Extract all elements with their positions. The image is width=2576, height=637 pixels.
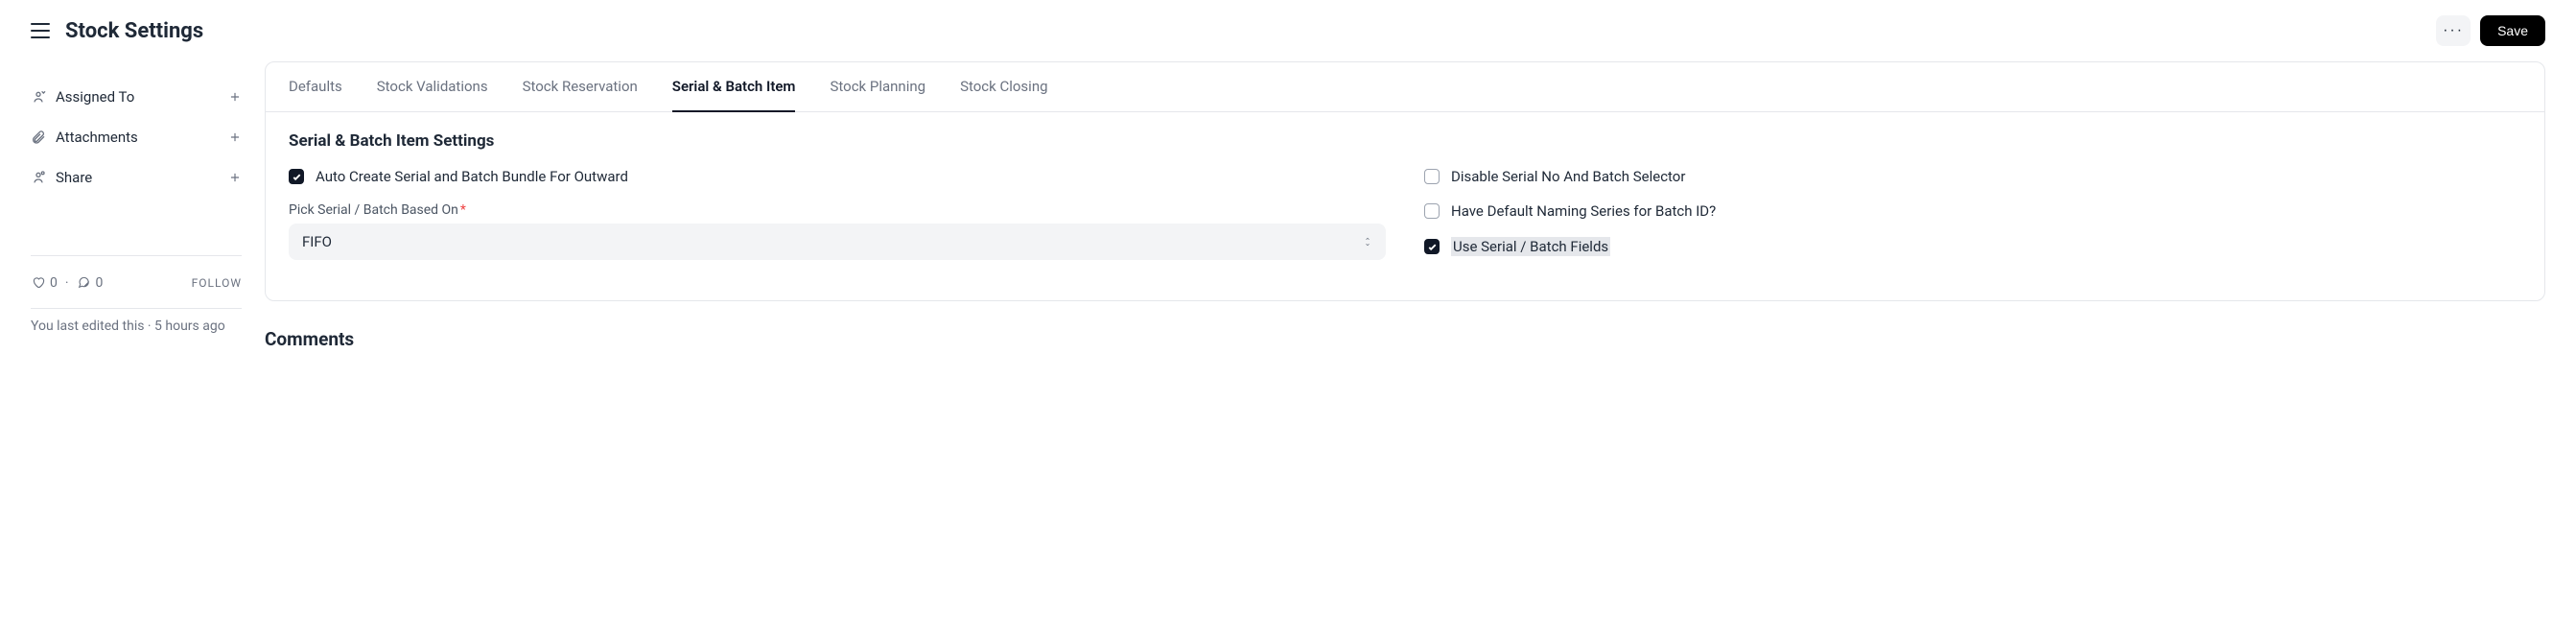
header-right: ··· Save	[2436, 15, 2545, 46]
page-header: Stock Settings ··· Save	[0, 0, 2576, 61]
share-icon	[31, 170, 46, 185]
main-content: Defaults Stock Validations Stock Reserva…	[265, 61, 2545, 350]
right-column: Disable Serial No And Batch Selector Hav…	[1424, 168, 2521, 273]
comments-stat[interactable]: 0	[77, 275, 104, 291]
checkbox-label: Auto Create Serial and Batch Bundle For …	[316, 168, 628, 185]
sidebar-item-label: Share	[56, 169, 92, 186]
follow-link[interactable]: FOLLOW	[192, 276, 242, 290]
sidebar-item-label: Attachments	[56, 129, 138, 146]
stat-dot: ·	[65, 275, 69, 291]
comments-count: 0	[96, 275, 104, 291]
header-left: Stock Settings	[31, 19, 203, 43]
checkbox-input[interactable]	[289, 169, 304, 184]
tab-stock-reservation[interactable]: Stock Reservation	[523, 62, 638, 112]
tab-serial-batch-item[interactable]: Serial & Batch Item	[672, 62, 796, 112]
tab-stock-planning[interactable]: Stock Planning	[830, 62, 925, 112]
divider	[31, 255, 242, 256]
checkbox-input[interactable]	[1424, 239, 1440, 254]
required-indicator: *	[460, 202, 466, 218]
checkbox-disable-selector[interactable]: Disable Serial No And Batch Selector	[1424, 168, 2521, 185]
checkbox-input[interactable]	[1424, 203, 1440, 219]
tab-stock-closing[interactable]: Stock Closing	[960, 62, 1047, 112]
sidebar-item-share[interactable]: Share	[31, 157, 242, 198]
checkbox-label: Disable Serial No And Batch Selector	[1451, 168, 1685, 185]
sidebar: Assigned To Attachments	[31, 61, 242, 350]
checkbox-default-naming[interactable]: Have Default Naming Series for Batch ID?	[1424, 202, 2521, 220]
plus-icon[interactable]	[228, 130, 242, 144]
more-button[interactable]: ···	[2436, 15, 2471, 46]
last-edited-meta: You last edited this · 5 hours ago	[31, 308, 242, 334]
tab-defaults[interactable]: Defaults	[289, 62, 342, 112]
select-value: FIFO	[302, 233, 332, 250]
page-title: Stock Settings	[65, 19, 203, 43]
checkbox-use-serial-batch-fields[interactable]: Use Serial / Batch Fields	[1424, 237, 2521, 256]
pick-serial-batch-field: Pick Serial / Batch Based On* FIFO	[289, 202, 1386, 260]
checkbox-label: Have Default Naming Series for Batch ID?	[1451, 202, 1716, 220]
check-icon	[292, 172, 302, 182]
plus-icon[interactable]	[228, 90, 242, 104]
pick-serial-batch-select[interactable]: FIFO	[289, 224, 1386, 260]
checkbox-label: Use Serial / Batch Fields	[1451, 237, 1610, 256]
sidebar-stats: 0 · 0 FOLLOW	[31, 266, 242, 300]
attachments-icon	[31, 130, 46, 145]
checkbox-auto-create[interactable]: Auto Create Serial and Batch Bundle For …	[289, 168, 1386, 185]
likes-stat[interactable]: 0	[31, 275, 58, 291]
menu-icon[interactable]	[31, 23, 50, 38]
heart-icon	[31, 275, 46, 291]
check-icon	[1427, 242, 1438, 252]
select-chevron-icon	[1363, 236, 1372, 248]
tabs: Defaults Stock Validations Stock Reserva…	[266, 62, 2544, 112]
section-title: Serial & Batch Item Settings	[289, 131, 2521, 151]
comment-icon	[77, 275, 92, 291]
settings-card: Defaults Stock Validations Stock Reserva…	[265, 61, 2545, 301]
sidebar-item-attachments[interactable]: Attachments	[31, 117, 242, 157]
field-label: Pick Serial / Batch Based On*	[289, 202, 1386, 218]
comments-title: Comments	[265, 328, 2545, 350]
sidebar-item-assigned-to[interactable]: Assigned To	[31, 77, 242, 117]
left-column: Auto Create Serial and Batch Bundle For …	[289, 168, 1386, 273]
tab-stock-validations[interactable]: Stock Validations	[377, 62, 488, 112]
assigned-to-icon	[31, 89, 46, 105]
save-button[interactable]: Save	[2480, 15, 2545, 46]
sidebar-item-label: Assigned To	[56, 88, 134, 106]
checkbox-input[interactable]	[1424, 169, 1440, 184]
likes-count: 0	[50, 275, 58, 291]
plus-icon[interactable]	[228, 171, 242, 184]
